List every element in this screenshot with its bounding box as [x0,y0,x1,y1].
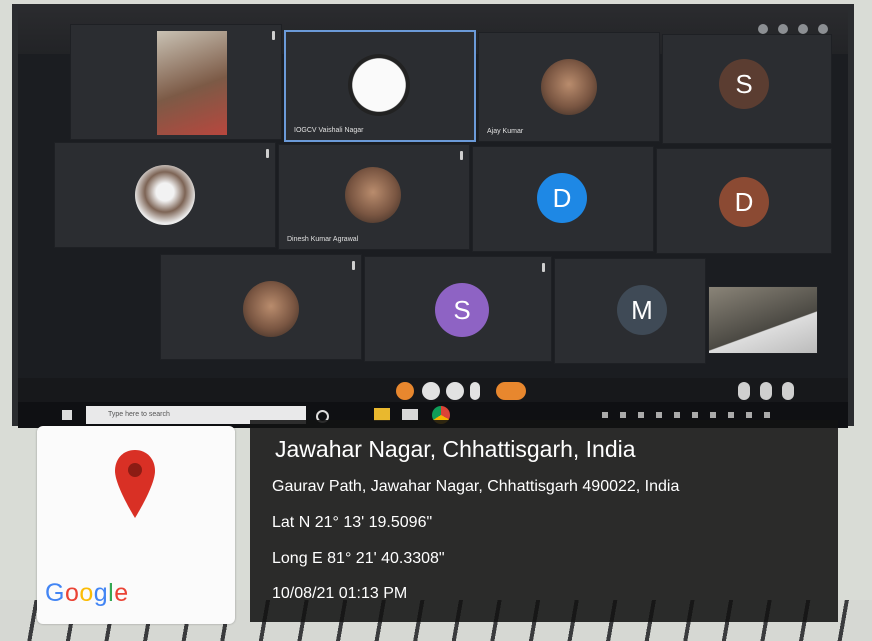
participant-tile[interactable]: M [554,258,706,364]
captions-button[interactable] [446,382,464,400]
participant-name: Dinesh Kumar Agrawal [287,236,359,243]
participant-video [541,59,597,115]
microphone-button[interactable] [396,382,414,400]
capture-datetime: 10/08/21 01:13 PM [272,585,408,602]
activities-icon[interactable] [782,382,794,400]
location-latitude: Lat N 21° 13' 19.5096" [272,514,433,531]
participant-name: IOGCV Vaishali Nagar [294,127,364,134]
pin-icon[interactable] [460,151,463,160]
pin-icon[interactable] [272,31,275,40]
pin-icon[interactable] [266,149,269,158]
extension-icon[interactable] [778,24,788,34]
participant-tile[interactable]: D [656,148,832,254]
more-options-button[interactable] [470,382,480,400]
leave-call-button[interactable] [496,382,526,400]
participant-avatar: S [719,59,769,109]
participants-icon[interactable] [738,382,750,400]
extension-icon[interactable] [758,24,768,34]
location-longitude: Long E 81° 21' 40.3308" [272,550,445,567]
participant-video [135,165,195,225]
pin-icon[interactable] [542,263,545,272]
participant-tile[interactable] [708,286,818,354]
participant-name: Ajay Kumar [487,128,524,135]
participant-tile[interactable] [160,254,362,360]
location-title: Jawahar Nagar, Chhattisgarh, India [275,436,636,462]
participant-video [709,287,817,353]
windows-start-icon[interactable] [62,410,72,420]
google-logo: Google [45,579,129,607]
pin-icon[interactable] [352,261,355,270]
participant-video [345,167,401,223]
participant-tile[interactable]: D [472,146,654,252]
participant-avatar: D [719,177,769,227]
participant-tile[interactable]: S [662,34,832,144]
menu-icon[interactable] [818,24,828,34]
laptop-screen: IOGCV Vaishali Nagar Ajay Kumar S Dinesh… [18,10,848,428]
participant-avatar: M [617,285,667,335]
geotag-info-panel: Jawahar Nagar, Chhattisgarh, India Gaura… [250,420,838,622]
participant-tile[interactable] [70,24,282,140]
participant-tile[interactable]: S [364,256,552,362]
participant-avatar: S [435,283,489,337]
participant-avatar: D [537,173,587,223]
participant-tile[interactable]: Ajay Kumar [478,32,660,142]
participant-video [157,31,227,135]
participant-avatar [348,54,410,116]
participant-tile[interactable]: IOGCV Vaishali Nagar [284,30,476,142]
map-pin-icon [115,450,155,518]
mail-icon[interactable] [402,409,418,420]
map-thumbnail: Google [37,426,235,624]
system-tray-icons[interactable] [602,412,782,418]
participant-video [243,281,299,337]
chat-icon[interactable] [760,382,772,400]
participant-tile[interactable]: Dinesh Kumar Agrawal [278,144,470,250]
participant-tile[interactable] [54,142,276,248]
location-address: Gaurav Path, Jawahar Nagar, Chhattisgarh… [272,478,680,495]
profile-icon[interactable] [798,24,808,34]
camera-button[interactable] [422,382,440,400]
